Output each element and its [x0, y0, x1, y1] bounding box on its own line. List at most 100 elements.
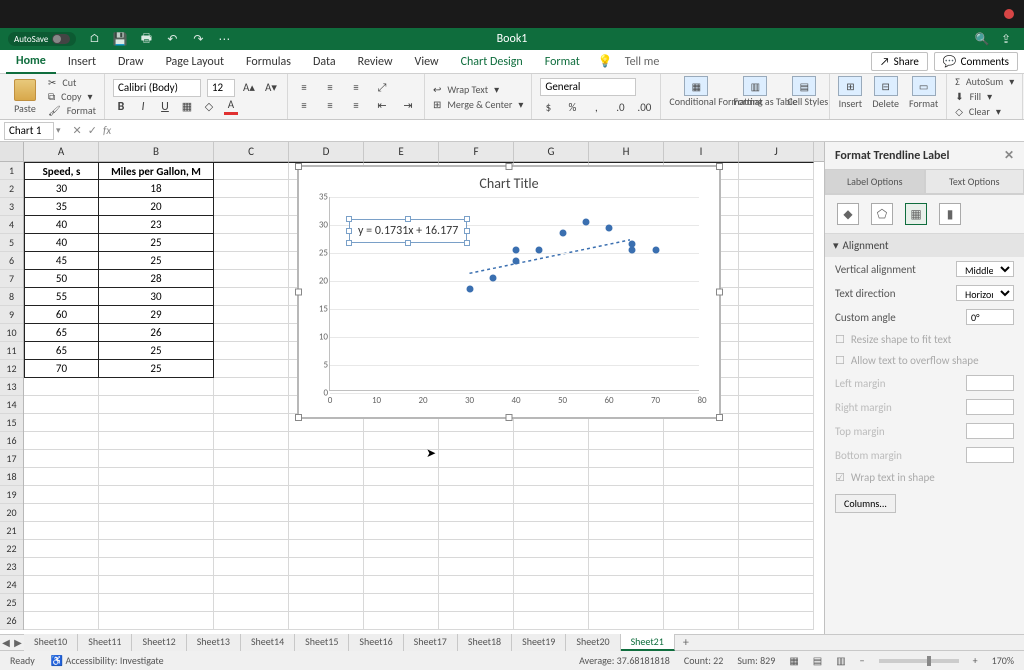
- cell[interactable]: [99, 486, 214, 504]
- redo-icon[interactable]: ↷: [190, 31, 206, 47]
- cell[interactable]: [24, 468, 99, 486]
- cell[interactable]: [24, 540, 99, 558]
- cell[interactable]: [439, 468, 514, 486]
- cell[interactable]: 25: [99, 234, 214, 252]
- row-header[interactable]: 15: [0, 414, 23, 432]
- home-icon[interactable]: ⌂: [86, 31, 102, 47]
- cell[interactable]: [214, 612, 289, 630]
- cell[interactable]: [514, 468, 589, 486]
- sheet-tab[interactable]: Sheet17: [404, 634, 458, 651]
- cell[interactable]: 55: [24, 288, 99, 306]
- tab-data[interactable]: Data: [303, 51, 346, 73]
- tab-format[interactable]: Format: [535, 51, 590, 73]
- formula-input[interactable]: [121, 122, 1024, 140]
- cell[interactable]: [214, 396, 289, 414]
- cell[interactable]: [24, 576, 99, 594]
- cell[interactable]: [739, 396, 814, 414]
- cell[interactable]: [99, 576, 214, 594]
- increase-font-icon[interactable]: A▴: [241, 80, 257, 96]
- tab-formulas[interactable]: Formulas: [236, 51, 301, 73]
- row-header[interactable]: 3: [0, 198, 23, 216]
- cell[interactable]: [664, 540, 739, 558]
- cell[interactable]: [739, 234, 814, 252]
- cell[interactable]: [99, 432, 214, 450]
- col-header[interactable]: C: [214, 142, 289, 161]
- fx-icon[interactable]: fx: [103, 124, 111, 137]
- cell[interactable]: [739, 504, 814, 522]
- sheet-tab[interactable]: Sheet16: [349, 634, 403, 651]
- cell[interactable]: [589, 504, 664, 522]
- tell-me[interactable]: Tell me: [615, 51, 670, 73]
- cell[interactable]: [589, 612, 664, 630]
- row-header[interactable]: 17: [0, 450, 23, 468]
- format-cells-button[interactable]: ▭Format: [909, 76, 938, 117]
- font-color-button[interactable]: A: [223, 99, 239, 115]
- tab-insert[interactable]: Insert: [58, 51, 106, 73]
- cell[interactable]: [364, 576, 439, 594]
- comma-icon[interactable]: ,: [588, 100, 604, 116]
- cell[interactable]: 29: [99, 306, 214, 324]
- cell[interactable]: [289, 486, 364, 504]
- cell[interactable]: 30: [99, 288, 214, 306]
- cell[interactable]: [739, 162, 814, 180]
- cell[interactable]: [514, 576, 589, 594]
- autosave-toggle[interactable]: AutoSave: [8, 32, 76, 46]
- trendline-equation-label[interactable]: y = 0.1731x + 16.177: [349, 219, 467, 243]
- effects-icon[interactable]: ⬠: [871, 203, 893, 225]
- data-point[interactable]: [513, 258, 520, 265]
- cell[interactable]: [739, 360, 814, 378]
- cell[interactable]: [364, 540, 439, 558]
- cell[interactable]: [439, 540, 514, 558]
- cell[interactable]: 26: [99, 324, 214, 342]
- row-header[interactable]: 4: [0, 216, 23, 234]
- row-header[interactable]: 2: [0, 180, 23, 198]
- autosum-button[interactable]: Σ AutoSum ▾: [955, 75, 1014, 88]
- cell[interactable]: [439, 432, 514, 450]
- cell[interactable]: [24, 450, 99, 468]
- status-accessibility[interactable]: ♿ Accessibility: Investigate: [51, 654, 164, 667]
- cell[interactable]: [664, 522, 739, 540]
- row-header[interactable]: 19: [0, 486, 23, 504]
- cell[interactable]: [589, 558, 664, 576]
- cell[interactable]: [739, 540, 814, 558]
- cell[interactable]: [24, 396, 99, 414]
- cell[interactable]: [664, 558, 739, 576]
- sheet-tab[interactable]: Sheet19: [512, 634, 566, 651]
- cell[interactable]: [24, 612, 99, 630]
- col-header[interactable]: F: [439, 142, 514, 161]
- cell[interactable]: [439, 612, 514, 630]
- sheet-tab[interactable]: Sheet18: [458, 634, 512, 651]
- cell[interactable]: [289, 522, 364, 540]
- cell[interactable]: [739, 270, 814, 288]
- view-page-break-icon[interactable]: ▥: [836, 654, 845, 667]
- cell[interactable]: [214, 288, 289, 306]
- cell[interactable]: [214, 594, 289, 612]
- cell[interactable]: [214, 432, 289, 450]
- tdir-select[interactable]: Horizontal: [956, 285, 1014, 301]
- sheet-tab[interactable]: Sheet20: [566, 634, 620, 651]
- cell[interactable]: [514, 504, 589, 522]
- align-top-icon[interactable]: ≡: [296, 80, 312, 96]
- comments-button[interactable]: 💬Comments: [934, 52, 1018, 71]
- data-point[interactable]: [629, 247, 636, 254]
- cell[interactable]: 40: [24, 234, 99, 252]
- cell[interactable]: 18: [99, 180, 214, 198]
- cell[interactable]: [289, 540, 364, 558]
- cell[interactable]: [739, 450, 814, 468]
- print-icon[interactable]: 🖶: [138, 31, 154, 47]
- cell[interactable]: [364, 468, 439, 486]
- font-size-select[interactable]: [207, 79, 235, 97]
- cell[interactable]: Speed, s: [24, 162, 99, 180]
- more-icon[interactable]: ⋯: [216, 31, 232, 47]
- cell[interactable]: [589, 468, 664, 486]
- cell[interactable]: [364, 612, 439, 630]
- row-header[interactable]: 20: [0, 504, 23, 522]
- decrease-indent-icon[interactable]: ⇤: [374, 98, 390, 114]
- cell[interactable]: [214, 450, 289, 468]
- row-header[interactable]: 6: [0, 252, 23, 270]
- cell[interactable]: 23: [99, 216, 214, 234]
- cell[interactable]: [214, 522, 289, 540]
- cell[interactable]: [99, 540, 214, 558]
- cell[interactable]: [364, 504, 439, 522]
- zoom-slider[interactable]: [879, 659, 959, 663]
